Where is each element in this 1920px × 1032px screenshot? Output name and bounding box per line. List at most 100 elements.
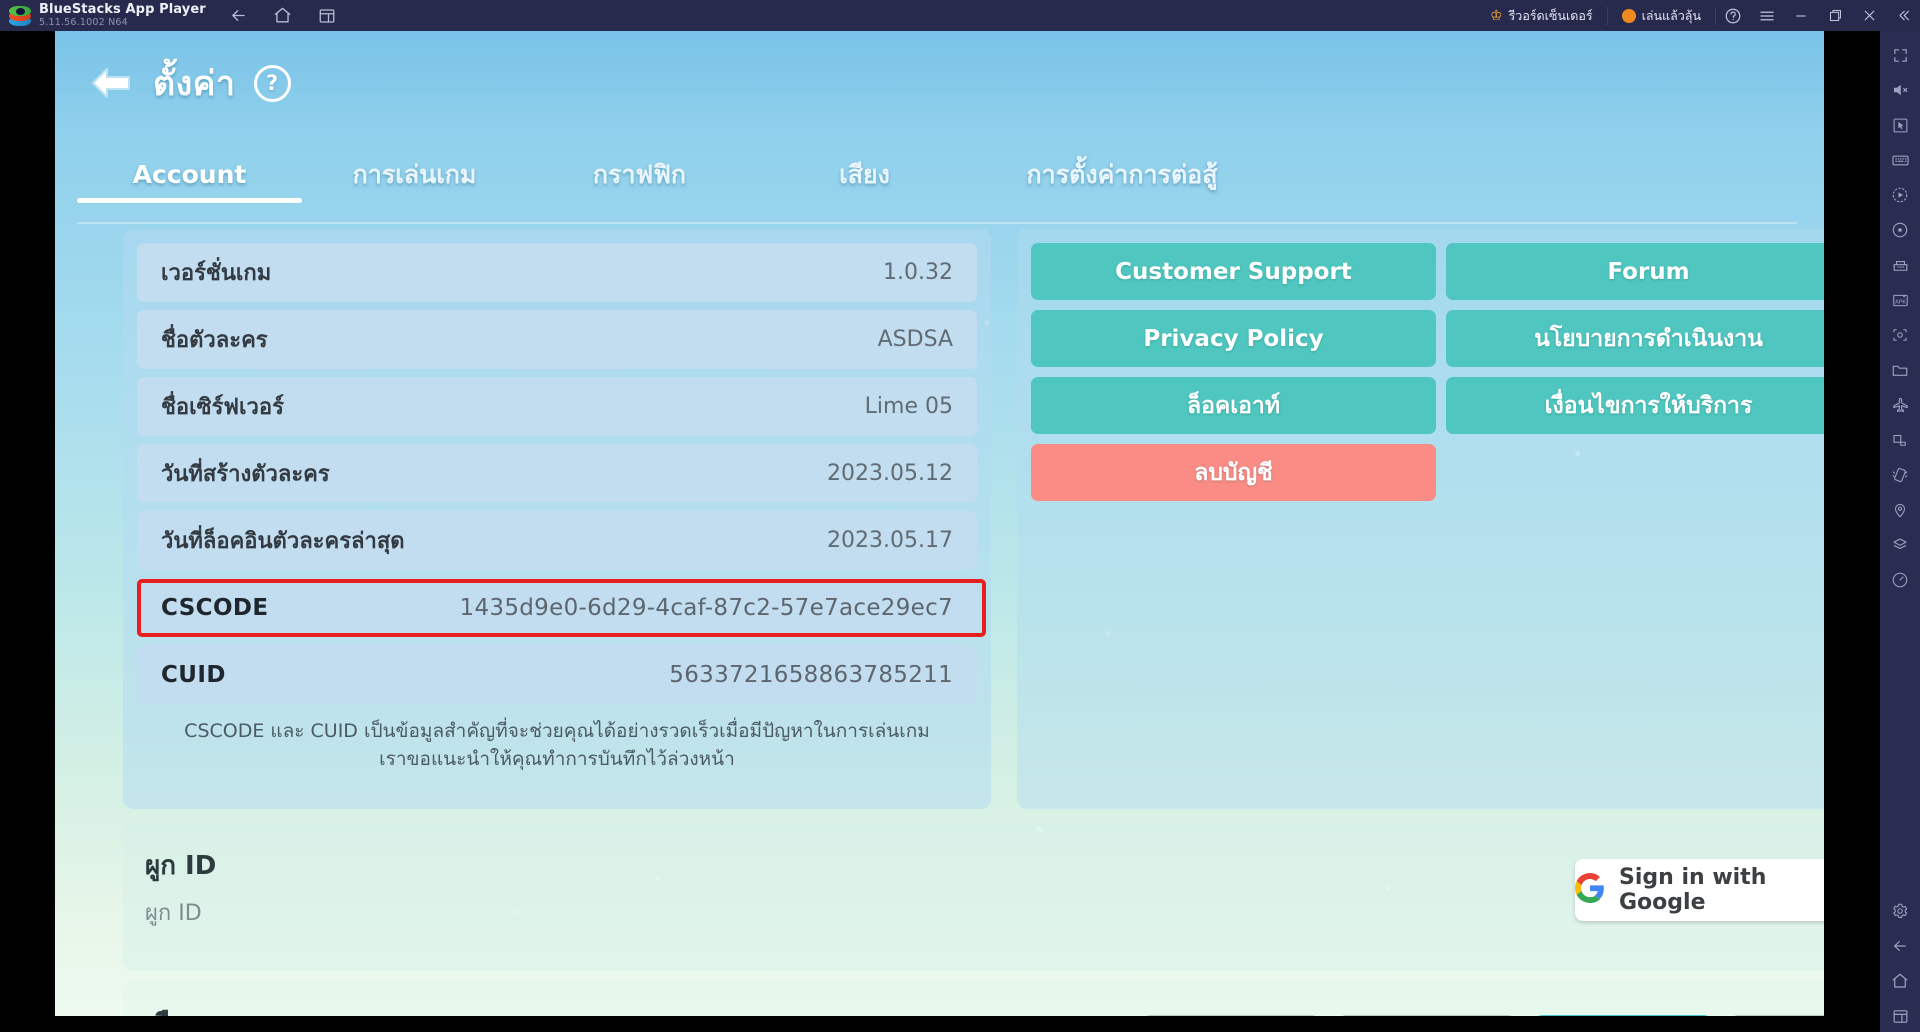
install-apk-icon[interactable]: APK — [1884, 284, 1916, 316]
bluestacks-logo-icon — [9, 5, 31, 27]
app-title-block: BlueStacks App Player 5.11.56.1002 N64 — [39, 1, 206, 29]
table-row[interactable]: ชื่อเซิร์ฟเวอร์ Lime 05 — [137, 377, 977, 436]
tab-gameplay[interactable]: การเล่นเกม — [302, 146, 527, 203]
media-folder-icon[interactable] — [1884, 354, 1916, 386]
help-question-icon[interactable]: ? — [253, 64, 291, 102]
location-icon[interactable] — [1884, 494, 1916, 526]
star-badge-icon — [1621, 8, 1636, 23]
back-icon[interactable] — [228, 5, 250, 27]
sign-in-with-google-button[interactable]: Sign in with Google — [1575, 859, 1824, 921]
privacy-policy-button[interactable]: Privacy Policy — [1031, 310, 1436, 367]
play-to-win-label: เล่นแล้วลุ้น — [1641, 7, 1701, 23]
customer-support-button[interactable]: Customer Support — [1031, 243, 1436, 300]
tab-sound[interactable]: เสียง — [752, 146, 977, 203]
android-home-icon[interactable] — [1884, 965, 1916, 997]
shake-icon[interactable] — [1884, 459, 1916, 491]
gear-icon[interactable] — [1884, 895, 1916, 927]
delete-account-button[interactable]: ลบบัญชี — [1031, 444, 1436, 501]
maximize-button[interactable] — [1818, 0, 1852, 31]
tab-label: การเล่นเกม — [352, 159, 477, 189]
cuid-value: 5633721658863785211 — [669, 661, 953, 688]
cursor-icon[interactable] — [1884, 109, 1916, 141]
record-icon[interactable] — [1884, 179, 1916, 211]
row-label: ชื่อตัวละคร — [161, 328, 268, 353]
operational-policy-button[interactable]: นโยบายการดำเนินงาน — [1446, 310, 1824, 367]
menu-icon[interactable] — [1750, 0, 1784, 31]
instances-icon[interactable] — [316, 5, 338, 27]
android-recents-icon[interactable] — [1884, 1000, 1916, 1032]
sync-icon[interactable] — [1884, 214, 1916, 246]
tab-label: กราฟฟิก — [592, 159, 687, 189]
row-value: 1.0.32 — [883, 260, 953, 285]
link-id-title: ผูก ID — [145, 851, 217, 881]
layers-icon[interactable] — [1884, 529, 1916, 561]
android-back-icon[interactable] — [1884, 930, 1916, 962]
row-value: Lime 05 — [864, 394, 953, 419]
play-to-win-button[interactable]: เล่นแล้วลุ้น — [1608, 0, 1715, 31]
terms-of-service-button[interactable]: เงื่อนไขการให้บริการ — [1446, 377, 1824, 434]
language-card: เลือกภาษา — [123, 981, 1824, 1016]
cscode-value: 1435d9e0-6d29-4caf-87c2-57e7ace29ec7 — [459, 594, 953, 621]
table-row[interactable]: วันที่สร้างตัวละคร 2023.05.12 — [137, 444, 977, 503]
cscode-row[interactable]: CSCODE 1435d9e0-6d29-4caf-87c2-57e7ace29… — [137, 578, 977, 637]
macro-icon[interactable] — [1884, 249, 1916, 281]
row-label: วันที่ล็อคอินตัวละครล่าสุด — [161, 529, 405, 554]
cuid-row[interactable]: CUID 5633721658863785211 — [137, 645, 977, 704]
row-label: วันที่สร้างตัวละคร — [161, 462, 330, 487]
app-name: BlueStacks App Player — [39, 1, 206, 17]
rewards-center-button[interactable]: ♔ รีวอร์ดเซ็นเดอร์ — [1476, 0, 1607, 31]
row-value: ASDSA — [877, 327, 953, 352]
back-arrow-icon[interactable] — [87, 63, 135, 103]
tab-label: เสียง — [839, 159, 890, 189]
link-id-subtitle: ผูก ID — [145, 901, 202, 926]
emulator-screen: ตั้งค่า ? Account การเล่นเกม กราฟฟิก เสี… — [0, 31, 1880, 1032]
cuid-label: CUID — [161, 661, 226, 688]
tab-label: การตั้งค่าการต่อสู้ — [1026, 159, 1218, 189]
table-row[interactable]: ชื่อตัวละคร ASDSA — [137, 310, 977, 369]
titlebar: BlueStacks App Player 5.11.56.1002 N64 ♔… — [0, 0, 1920, 31]
language-option-2[interactable] — [1339, 1015, 1515, 1016]
row-label: เวอร์ชั่นเกม — [161, 261, 272, 286]
titlebar-right: ♔ รีวอร์ดเซ็นเดอร์ เล่นแล้วลุ้น — [1476, 0, 1920, 31]
game-viewport: ตั้งค่า ? Account การเล่นเกม กราฟฟิก เสี… — [55, 31, 1824, 1016]
language-option-3-selected[interactable] — [1535, 1015, 1711, 1016]
page-header: ตั้งค่า ? — [87, 56, 291, 110]
help-icon[interactable] — [1716, 0, 1750, 31]
settings-tabs: Account การเล่นเกม กราฟฟิก เสียง การตั้ง… — [77, 146, 1797, 203]
home-icon[interactable] — [272, 5, 294, 27]
fullscreen-icon[interactable] — [1884, 39, 1916, 71]
tab-label: Account — [132, 160, 247, 189]
table-row[interactable]: วันที่ล็อคอินตัวละครล่าสุด 2023.05.17 — [137, 511, 977, 570]
google-g-icon — [1575, 873, 1605, 907]
action-button-grid: Customer Support Forum Privacy Policy นโ… — [1031, 243, 1824, 501]
page-title: ตั้งค่า — [153, 64, 236, 104]
tab-battle-settings[interactable]: การตั้งค่าการต่อสู้ — [977, 146, 1267, 203]
close-button[interactable] — [1852, 0, 1886, 31]
keyboard-icon[interactable] — [1884, 144, 1916, 176]
cscode-label: CSCODE — [161, 594, 269, 621]
tab-graphics[interactable]: กราฟฟิก — [527, 146, 752, 203]
airplane-icon[interactable] — [1884, 389, 1916, 421]
tabs-divider — [77, 222, 1797, 224]
language-option-4[interactable] — [1731, 1015, 1824, 1016]
minimize-button[interactable] — [1784, 0, 1818, 31]
language-options — [1143, 1015, 1824, 1016]
rotate-icon[interactable] — [1884, 424, 1916, 456]
row-label: ชื่อเซิร์ฟเวอร์ — [161, 395, 284, 420]
note-line-1: CSCODE และ CUID เป็นข้อมูลสำคัญที่จะช่วย… — [184, 720, 930, 742]
mute-icon[interactable] — [1884, 74, 1916, 106]
table-row[interactable]: เวอร์ชั่นเกม 1.0.32 — [137, 243, 977, 302]
logout-button[interactable]: ล็อคเอาท์ — [1031, 377, 1436, 434]
collapse-rail-button[interactable] — [1886, 0, 1920, 31]
language-title: เลือกภาษา — [145, 1003, 265, 1016]
forum-button[interactable]: Forum — [1446, 243, 1824, 300]
screenshot-icon[interactable] — [1884, 319, 1916, 351]
language-option-1[interactable] — [1143, 1015, 1319, 1016]
titlebar-nav — [228, 5, 338, 27]
crown-icon: ♔ — [1490, 7, 1503, 24]
tab-account[interactable]: Account — [77, 146, 302, 203]
speed-icon[interactable] — [1884, 564, 1916, 596]
svg-text:APK: APK — [1895, 299, 1906, 305]
info-note: CSCODE และ CUID เป็นข้อมูลสำคัญที่จะช่วย… — [143, 718, 971, 773]
account-actions-panel: Customer Support Forum Privacy Policy นโ… — [1017, 229, 1824, 809]
